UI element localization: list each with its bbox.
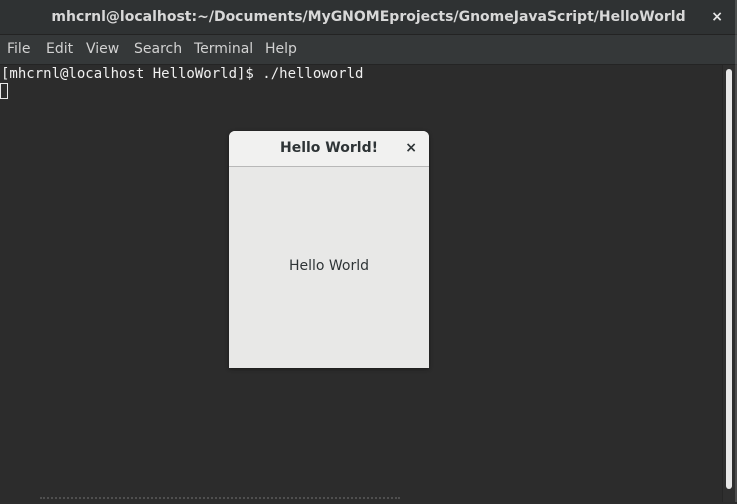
terminal-cursor bbox=[0, 83, 8, 99]
menu-item-view[interactable]: View bbox=[86, 35, 119, 64]
hello-world-label: Hello World bbox=[288, 258, 370, 274]
window-title: mhcrnl@localhost:~/Documents/MyGNOMEproj… bbox=[51, 9, 686, 25]
dialog-header: Hello World! × bbox=[229, 131, 429, 167]
terminal-prompt-line: [mhcrnl@localhost HelloWorld]$ ./hellowo… bbox=[1, 66, 364, 82]
menubar: File Edit View Search Terminal Help bbox=[0, 35, 737, 65]
menu-item-terminal[interactable]: Terminal bbox=[194, 35, 253, 64]
menu-item-edit[interactable]: Edit bbox=[46, 35, 73, 64]
hello-world-dialog: Hello World! × Hello World bbox=[229, 131, 429, 368]
dialog-title: Hello World! bbox=[280, 140, 378, 156]
menu-item-file[interactable]: File bbox=[7, 35, 30, 64]
menu-item-help[interactable]: Help bbox=[265, 35, 297, 64]
titlebar: mhcrnl@localhost:~/Documents/MyGNOMEproj… bbox=[0, 0, 737, 35]
close-icon[interactable]: × bbox=[405, 131, 417, 166]
clipped-background-text bbox=[40, 497, 400, 504]
close-icon[interactable]: × bbox=[711, 0, 723, 34]
scrollbar-thumb[interactable] bbox=[726, 69, 732, 489]
menu-item-search[interactable]: Search bbox=[134, 35, 182, 64]
dialog-body: Hello World bbox=[229, 167, 429, 368]
terminal-window: mhcrnl@localhost:~/Documents/MyGNOMEproj… bbox=[0, 0, 737, 502]
